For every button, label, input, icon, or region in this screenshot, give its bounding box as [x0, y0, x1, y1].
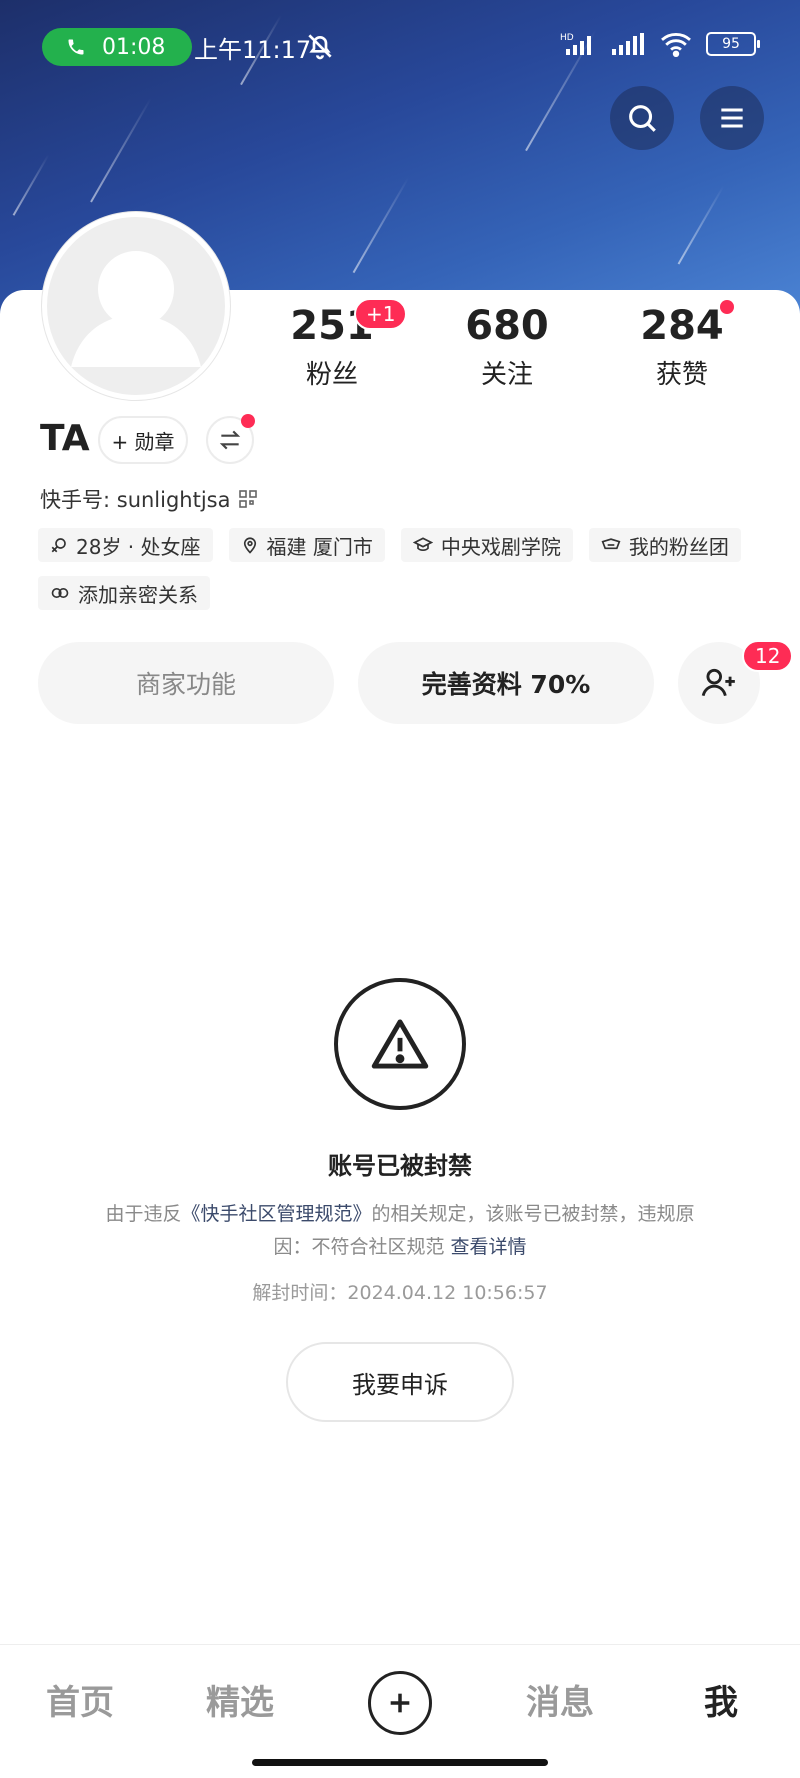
search-icon: [629, 105, 656, 132]
plus-icon: [390, 1693, 410, 1713]
banner-streak: [90, 97, 152, 203]
tag-add-relationship[interactable]: 添加亲密关系: [38, 576, 210, 610]
tag-location[interactable]: 福建 厦门市: [228, 528, 385, 562]
nav-messages[interactable]: 消息: [526, 1675, 594, 1724]
kuaishou-id[interactable]: 快手号: sunlightjsa: [40, 484, 257, 514]
link-icon: [51, 588, 69, 598]
unban-time: 解封时间：2024.04.12 10:56:57: [252, 1282, 548, 1304]
avatar[interactable]: [42, 212, 230, 400]
stat-following[interactable]: 680 关注: [437, 302, 577, 391]
friend-requests-badge: 12: [742, 640, 794, 672]
svg-text:HD: HD: [560, 33, 574, 43]
warning-circle: [334, 978, 466, 1110]
battery-icon: 95: [706, 32, 760, 56]
likes-notification-dot: [720, 300, 734, 314]
new-fans-badge: +1: [354, 298, 408, 330]
ban-description: 由于违反《快手社区管理规范》的相关规定，该账号已被封禁，违规原因：不符合社区规范…: [96, 1198, 704, 1264]
following-count: 680: [465, 303, 549, 349]
tag-fan-group-text: 我的粉丝团: [628, 534, 729, 559]
tag-location-text: 福建 厦门市: [266, 534, 373, 559]
ongoing-call-pill[interactable]: 01:08: [42, 28, 192, 66]
banner-streak: [12, 154, 50, 216]
status-time: 上午11:17: [194, 36, 312, 64]
tag-school[interactable]: 中央戏剧学院: [400, 528, 573, 562]
tag-fan-group[interactable]: 我的粉丝团: [588, 528, 741, 562]
status-indicators: HD 95: [560, 30, 760, 58]
community-rules-link[interactable]: 《快手社区管理规范》: [181, 1203, 371, 1225]
tag-age-text: 28岁 · 处女座: [76, 534, 201, 559]
switch-notification-dot: [241, 414, 255, 428]
bottom-nav: 首页 精选 消息 我: [0, 1644, 800, 1778]
profile-tags: 28岁 · 处女座 福建 厦门市 中央戏剧学院 我的粉丝团 添加亲密关系: [38, 528, 778, 610]
hd-signal-icon: HD: [560, 33, 591, 55]
tag-school-text: 中央戏剧学院: [440, 534, 561, 559]
fan-group-icon: [601, 538, 621, 550]
wifi-icon: [661, 33, 691, 58]
create-button[interactable]: [368, 1671, 432, 1735]
bell-off-icon: [304, 30, 336, 66]
banner-streak: [352, 176, 410, 274]
likes-label: 获赞: [655, 360, 708, 390]
banner-streak: [677, 185, 725, 265]
phone-icon: [68, 39, 84, 55]
switch-icon: [219, 430, 241, 450]
battery-level: 95: [722, 36, 740, 52]
complete-profile-button[interactable]: 完善资料 70%: [358, 642, 654, 724]
tag-add-relationship-text: 添加亲密关系: [78, 582, 198, 607]
appeal-button[interactable]: 我要申诉: [286, 1342, 514, 1422]
profile-name: TA: [40, 418, 90, 459]
call-duration: 01:08: [102, 34, 166, 60]
ban-title: 账号已被封禁: [328, 1152, 472, 1180]
ban-desc-prefix: 由于违反: [105, 1203, 182, 1225]
add-friend-icon: [701, 668, 735, 697]
default-avatar-icon: [71, 251, 201, 367]
menu-icon: [721, 108, 743, 128]
home-indicator[interactable]: [252, 1759, 548, 1766]
qr-code-icon: [238, 490, 257, 508]
stat-likes[interactable]: 284 获赞: [612, 302, 752, 391]
warning-icon: [371, 1019, 429, 1069]
kuaishou-id-text: 快手号: sunlightjsa: [40, 488, 231, 512]
view-details-link[interactable]: 查看详情: [451, 1236, 527, 1258]
signal-icon: [612, 33, 644, 55]
search-button[interactable]: [610, 86, 674, 150]
gender-icon: [51, 538, 66, 553]
nav-home[interactable]: 首页: [46, 1675, 114, 1724]
merchant-functions-button[interactable]: 商家功能: [38, 642, 334, 724]
add-medal-button[interactable]: + 勋章: [98, 416, 188, 464]
location-icon: [243, 537, 256, 554]
fans-label: 粉丝: [305, 360, 358, 390]
nav-featured[interactable]: 精选: [206, 1675, 274, 1724]
nav-me[interactable]: 我: [704, 1675, 738, 1724]
following-label: 关注: [480, 360, 533, 390]
menu-button[interactable]: [700, 86, 764, 150]
tag-age[interactable]: 28岁 · 处女座: [38, 528, 213, 562]
school-icon: [412, 537, 433, 552]
